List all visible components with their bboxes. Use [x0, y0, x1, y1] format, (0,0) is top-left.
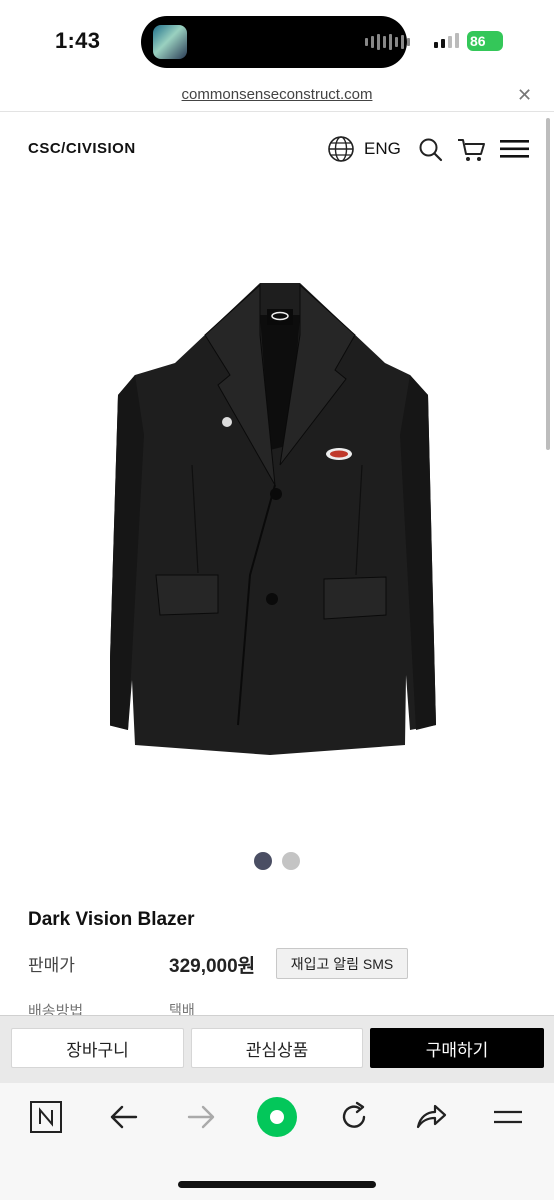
forward-arrow-icon[interactable]	[184, 1100, 218, 1134]
naver-green-home-icon[interactable]	[256, 1096, 298, 1138]
brand-logo[interactable]: CSC/CIVISION	[28, 140, 136, 157]
shipping-value: 택배	[169, 1002, 195, 1015]
back-arrow-icon[interactable]	[107, 1100, 141, 1134]
battery-indicator: 86	[467, 31, 503, 51]
site-header: CSC/CIVISION ENG	[0, 112, 554, 187]
wishlist-button[interactable]: 관심상품	[191, 1028, 363, 1068]
price-value: 329,000원	[169, 956, 256, 977]
now-playing-artwork	[153, 25, 187, 59]
page-scrollbar[interactable]	[546, 118, 550, 450]
search-icon[interactable]	[418, 137, 444, 163]
product-image[interactable]	[110, 275, 450, 755]
status-time: 1:43	[55, 28, 101, 53]
gallery-dot-1[interactable]	[254, 852, 272, 870]
share-icon[interactable]	[414, 1100, 448, 1134]
home-indicator[interactable]	[178, 1181, 376, 1188]
cellular-signal-icon	[434, 33, 459, 48]
naver-n-icon[interactable]	[29, 1100, 63, 1134]
gallery-dot-2[interactable]	[282, 852, 300, 870]
product-name: Dark Vision Blazer	[28, 909, 195, 930]
buy-now-button[interactable]: 구매하기	[370, 1028, 544, 1068]
audio-waveform-icon	[365, 34, 410, 50]
globe-icon[interactable]	[327, 135, 355, 163]
gallery-pagination	[0, 852, 554, 870]
purchase-action-bar: 장바구니 관심상품 구매하기	[0, 1015, 554, 1083]
restock-sms-button[interactable]: 재입고 알림 SMS	[276, 948, 408, 979]
hamburger-menu-icon[interactable]	[500, 139, 530, 159]
status-bar: 1:43 86	[0, 0, 554, 82]
price-label: 판매가	[28, 956, 75, 975]
language-selector[interactable]: ENG	[364, 139, 401, 159]
add-to-cart-button[interactable]: 장바구니	[11, 1028, 184, 1068]
menu-icon[interactable]	[491, 1100, 525, 1134]
dynamic-island[interactable]	[141, 16, 410, 68]
cart-icon[interactable]	[456, 136, 486, 164]
url-bar[interactable]: commonsenseconstruct.com ✕	[0, 82, 554, 112]
shipping-label: 배송방법	[28, 1003, 84, 1015]
reload-icon[interactable]	[337, 1100, 371, 1134]
url-text[interactable]: commonsenseconstruct.com	[0, 86, 554, 103]
close-icon[interactable]: ✕	[517, 85, 532, 106]
